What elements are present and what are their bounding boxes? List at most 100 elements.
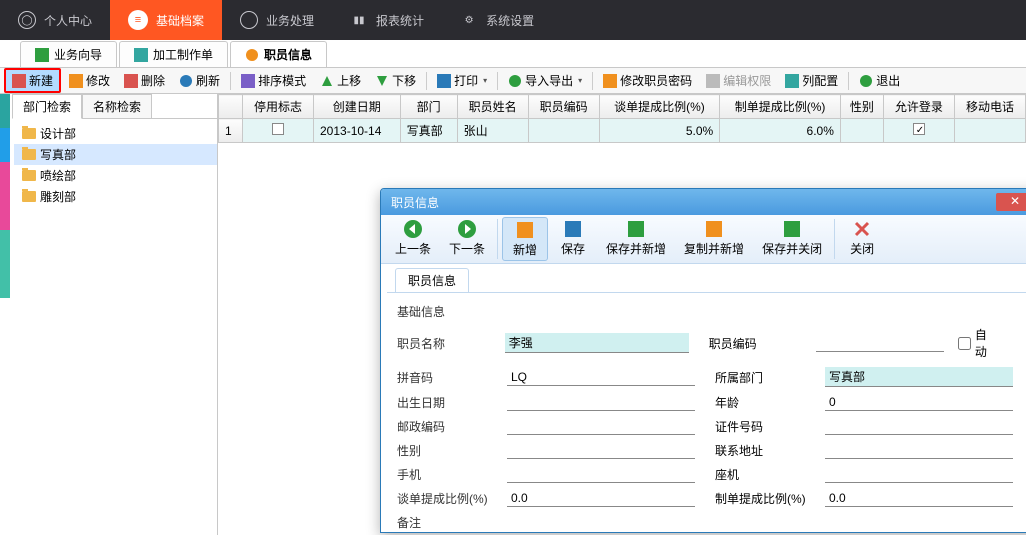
save-close-button[interactable]: 保存并关闭 (754, 217, 830, 261)
employee-grid[interactable]: 停用标志创建日期部门 职员姓名职员编码谈单提成比例(%) 制单提成比例(%)性别… (218, 94, 1026, 143)
save-new-button[interactable]: 保存并新增 (598, 217, 674, 261)
table-row[interactable]: 1 2013-10-14 写真部 张山 5.0% 6.0% (219, 119, 1026, 143)
label-sex: 性别 (397, 442, 507, 459)
sort-icon (241, 74, 255, 88)
copy-new-button[interactable]: 复制并新增 (676, 217, 752, 261)
new-button[interactable]: 新建 (4, 68, 61, 93)
menu-icon: ≡ (128, 10, 148, 30)
tab-employee[interactable]: 职员信息 (230, 41, 327, 67)
close-icon[interactable]: ✕ (996, 193, 1026, 211)
age-field[interactable]: 0 (825, 394, 1013, 411)
tree-node[interactable]: 雕刻部 (14, 186, 217, 207)
employee-dialog: 职员信息 ✕ 上一条 下一条 新增 保存 保存并新增 复制并新增 保存并关闭 关… (380, 188, 1026, 533)
perm-button[interactable]: 编辑权限 (700, 70, 777, 91)
next-button[interactable]: 下一条 (441, 217, 493, 261)
disabled-checkbox[interactable] (272, 123, 284, 135)
side-tab-name[interactable]: 名称检索 (82, 94, 152, 118)
side-tab-bar: 部门检索 名称检索 (12, 94, 217, 119)
side-tab-dept[interactable]: 部门检索 (12, 94, 82, 119)
make-field[interactable]: 0.0 (825, 490, 1013, 507)
nav-settings[interactable]: ⚙系统设置 (442, 0, 552, 40)
tab-wizard[interactable]: 业务向导 (20, 41, 117, 67)
edit-button[interactable]: 修改 (63, 70, 116, 91)
folder-icon (22, 170, 36, 181)
nav-personal[interactable]: ◯个人中心 (0, 0, 110, 40)
label-make: 制单提成比例(%) (715, 490, 825, 507)
sidebar: 部门检索 名称检索 设计部 写真部 喷绘部 雕刻部 (0, 94, 218, 535)
top-nav: ◯个人中心 ≡基础档案 业务处理 ▮▮报表统计 ⚙系统设置 (0, 0, 1026, 40)
nav-basic[interactable]: ≡基础档案 (110, 0, 222, 40)
section-heading: 基础信息 (397, 303, 1026, 320)
wizard-icon (35, 48, 49, 62)
nav-business[interactable]: 业务处理 (222, 0, 332, 40)
birth-field[interactable] (507, 394, 695, 411)
label-post: 邮政编码 (397, 418, 507, 435)
label-birth: 出生日期 (397, 394, 507, 411)
sex-field[interactable] (507, 442, 695, 459)
tree-node[interactable]: 设计部 (14, 123, 217, 144)
name-field[interactable]: 李强 (505, 333, 689, 353)
cols-button[interactable]: 列配置 (779, 70, 844, 91)
exit-icon (859, 74, 873, 88)
pinyin-field[interactable]: LQ (507, 369, 695, 386)
gear-icon: ⚙ (460, 11, 478, 29)
label-code: 职员编码 (709, 335, 817, 352)
down-icon (375, 74, 389, 88)
label-phone: 座机 (715, 466, 825, 483)
label-dept: 所属部门 (715, 369, 825, 386)
tree-node[interactable]: 喷绘部 (14, 165, 217, 186)
tree-node[interactable]: 写真部 (14, 144, 217, 165)
label-name: 职员名称 (397, 335, 505, 352)
up-icon (320, 74, 334, 88)
login-checkbox[interactable] (913, 123, 925, 135)
up-button[interactable]: 上移 (314, 70, 367, 91)
arrow-left-icon (403, 219, 423, 239)
auto-checkbox[interactable]: 自动 (958, 326, 998, 360)
toolbar: 新建 修改 删除 刷新 排序模式 上移 下移 打印▾ 导入导出▾ 修改职员密码 … (0, 68, 1026, 94)
talk-field[interactable]: 0.0 (507, 490, 695, 507)
sort-button[interactable]: 排序模式 (235, 70, 312, 91)
label-pinyin: 拼音码 (397, 369, 507, 386)
save-close-icon (782, 219, 802, 239)
pencil-icon (69, 74, 83, 88)
pwd-button[interactable]: 修改职员密码 (597, 70, 698, 91)
sheet-icon (134, 48, 148, 62)
refresh-button[interactable]: 刷新 (173, 70, 226, 91)
code-field[interactable] (816, 335, 943, 352)
idno-field[interactable] (825, 418, 1013, 435)
trash-icon (124, 74, 138, 88)
phone-field[interactable] (825, 466, 1013, 483)
io-icon (508, 74, 522, 88)
down-button[interactable]: 下移 (369, 70, 422, 91)
nav-report[interactable]: ▮▮报表统计 (332, 0, 442, 40)
dialog-title: 职员信息 (391, 194, 439, 211)
post-field[interactable] (507, 418, 695, 435)
user-icon: ◯ (18, 11, 36, 29)
close-button[interactable]: 关闭 (839, 217, 885, 261)
label-mobile: 手机 (397, 466, 507, 483)
refresh-icon (179, 74, 193, 88)
mobile-field[interactable] (507, 466, 695, 483)
print-button[interactable]: 打印▾ (431, 70, 493, 91)
addr-field[interactable] (825, 442, 1013, 459)
io-button[interactable]: 导入导出▾ (502, 70, 588, 91)
dialog-toolbar: 上一条 下一条 新增 保存 保存并新增 复制并新增 保存并关闭 关闭 (381, 215, 1026, 264)
folder-icon (22, 128, 36, 139)
save-button[interactable]: 保存 (550, 217, 596, 261)
arrow-right-icon (457, 219, 477, 239)
dialog-tab[interactable]: 职员信息 (395, 268, 469, 292)
add-button[interactable]: 新增 (502, 217, 548, 261)
dept-tree: 设计部 写真部 喷绘部 雕刻部 (14, 119, 217, 211)
tab-production[interactable]: 加工制作单 (119, 41, 228, 67)
lock-icon (706, 74, 720, 88)
plus-icon (12, 74, 26, 88)
exit-button[interactable]: 退出 (853, 70, 906, 91)
prev-button[interactable]: 上一条 (387, 217, 439, 261)
label-age: 年龄 (715, 394, 825, 411)
dialog-title-bar[interactable]: 职员信息 ✕ (381, 189, 1026, 215)
label-remark: 备注 (397, 514, 507, 531)
dept-field[interactable]: 写真部 (825, 367, 1013, 387)
delete-button[interactable]: 删除 (118, 70, 171, 91)
ad-icon (240, 11, 258, 29)
save-plus-icon (626, 219, 646, 239)
